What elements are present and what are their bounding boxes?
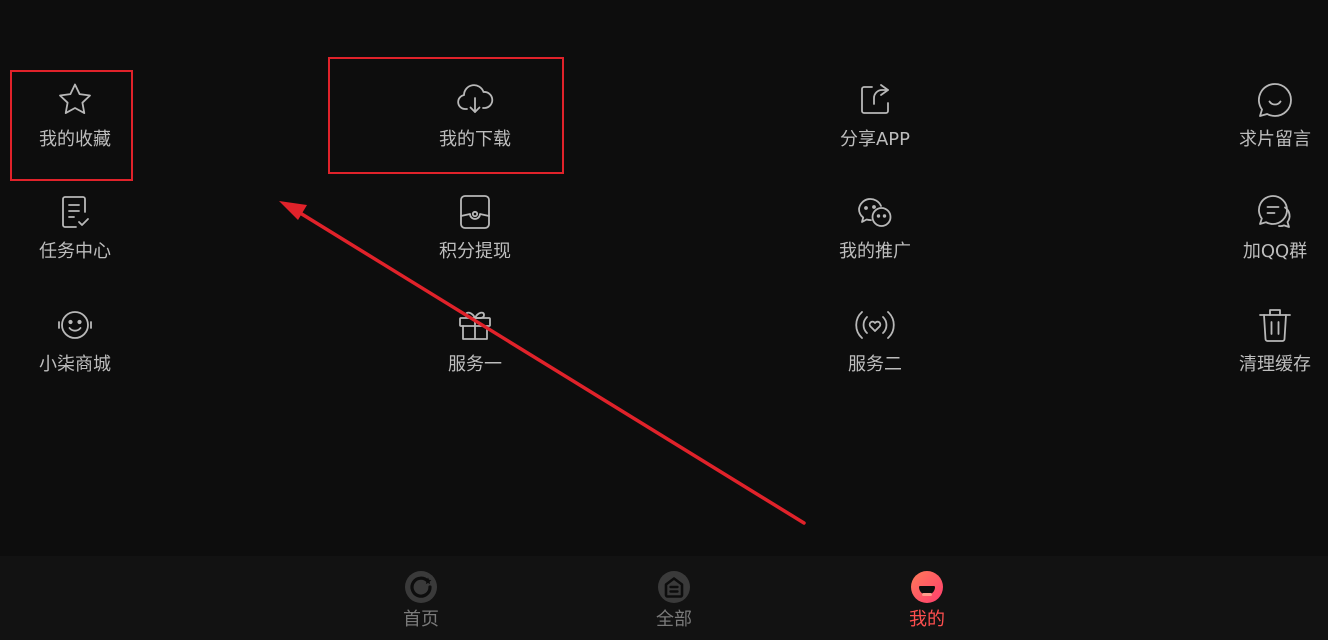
wallet-icon xyxy=(453,190,497,234)
tab-home[interactable]: 首页 xyxy=(361,556,481,640)
menu-item-label: 清理缓存 xyxy=(1239,354,1311,375)
chat-bubble-icon xyxy=(1253,78,1297,122)
menu-item-service-two[interactable]: 服务二 xyxy=(775,303,975,403)
menu-item-label: 加QQ群 xyxy=(1242,241,1308,262)
menu-item-label: 我的收藏 xyxy=(39,129,111,150)
menu-item-label: 我的推广 xyxy=(839,241,911,262)
menu-item-xiaoqi-mall[interactable]: 小柒商城 xyxy=(0,303,175,403)
menu-item-clear-cache[interactable]: 清理缓存 xyxy=(1175,303,1328,403)
menu-item-label: 我的下载 xyxy=(439,129,511,150)
menu-item-points-withdraw[interactable]: 积分提现 xyxy=(375,190,575,290)
menu-item-label: 小柒商城 xyxy=(39,354,111,375)
menu-item-request-message[interactable]: 求片留言 xyxy=(1175,78,1328,178)
group-chat-icon xyxy=(1253,190,1297,234)
broadcast-heart-icon xyxy=(853,303,897,347)
menu-item-favorites[interactable]: 我的收藏 xyxy=(0,78,175,178)
menu-item-label: 求片留言 xyxy=(1239,129,1311,150)
home-icon xyxy=(405,571,437,603)
wechat-icon xyxy=(853,190,897,234)
menu-item-my-promotion[interactable]: 我的推广 xyxy=(775,190,975,290)
tab-label: 全部 xyxy=(656,609,692,630)
category-icon xyxy=(658,571,690,603)
menu-item-downloads[interactable]: 我的下载 xyxy=(375,78,575,178)
tab-mine[interactable]: 我的 xyxy=(867,556,987,640)
menu-item-label: 服务二 xyxy=(848,354,902,375)
profile-screen: 我的收藏 我的下载 分享APP 求片留言 任务中心 积分提现 我的推广 加QQ群… xyxy=(0,0,1328,640)
annotation-arrow xyxy=(279,201,806,525)
cloud-download-icon xyxy=(453,78,497,122)
tab-all[interactable]: 全部 xyxy=(614,556,734,640)
trash-icon xyxy=(1253,303,1297,347)
menu-item-share-app[interactable]: 分享APP xyxy=(775,78,975,178)
menu-item-label: 任务中心 xyxy=(39,241,111,262)
tab-label: 首页 xyxy=(403,609,439,630)
gift-icon xyxy=(453,303,497,347)
menu-item-label: 积分提现 xyxy=(439,241,511,262)
menu-item-task-center[interactable]: 任务中心 xyxy=(0,190,175,290)
profile-icon xyxy=(911,571,943,603)
menu-item-service-one[interactable]: 服务一 xyxy=(375,303,575,403)
star-icon xyxy=(53,78,97,122)
share-icon xyxy=(853,78,897,122)
menu-item-join-qq-group[interactable]: 加QQ群 xyxy=(1175,190,1328,290)
bottom-tab-bar: 首页 全部 我的 xyxy=(0,556,1328,640)
tab-label: 我的 xyxy=(909,609,945,630)
smile-headset-icon xyxy=(53,303,97,347)
menu-item-label: 分享APP xyxy=(839,129,911,150)
menu-item-label: 服务一 xyxy=(448,354,502,375)
task-list-icon xyxy=(53,190,97,234)
